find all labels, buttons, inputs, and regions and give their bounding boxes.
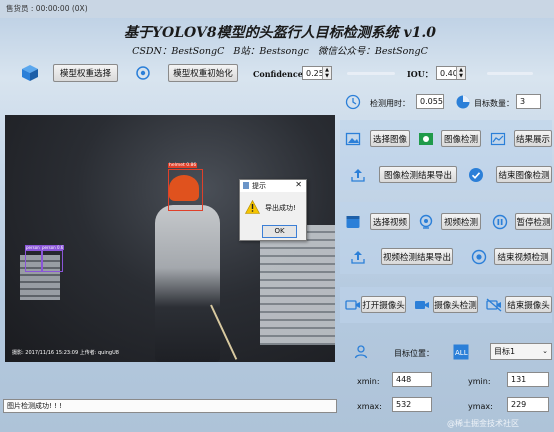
xmin-field: 448 (392, 372, 432, 387)
footer-credit: @稀土掘金技术社区 (447, 419, 519, 428)
clock-icon (345, 94, 361, 110)
confidence-spin-arrows[interactable]: ▲ ▼ (322, 67, 331, 79)
scene-stack-right (260, 225, 335, 345)
finish-video-detect-button[interactable]: 结束视频检测 (494, 248, 552, 265)
camera-lens-icon (419, 214, 433, 229)
image-icon (345, 132, 361, 146)
page-title: 基于YOLOV8模型的头盔行人目标检测系统 v1.0 (124, 25, 436, 41)
count-value: 3 (520, 97, 526, 106)
export-image-result-button[interactable]: 图像检测结果导出 (379, 166, 457, 183)
warning-icon (245, 200, 260, 214)
image-detect-button[interactable]: 图像检测 (441, 130, 481, 147)
pause-detect-button[interactable]: 暂停检测 (515, 213, 552, 230)
ymax-label: ymax: (468, 402, 493, 411)
ymin-value: 131 (511, 375, 527, 384)
cube-icon (22, 65, 38, 81)
target-position-label: 目标位置： (394, 349, 434, 358)
window-titlebar: 售货员 : 00:00:00 (0X) (0, 0, 554, 18)
ymin-label: ymin: (468, 377, 491, 386)
count-value-field: 3 (516, 94, 541, 109)
confidence-spinbox[interactable]: 0.25 ▲ ▼ (302, 66, 332, 80)
message-dialog: 提示 ✕ 导出成功! OK (239, 179, 307, 241)
time-value-field: 0.055 (416, 94, 444, 109)
iou-slider[interactable] (487, 72, 533, 75)
dialog-close-icon[interactable]: ✕ (295, 180, 302, 189)
time-label: 检测用时： (370, 99, 410, 108)
video-camera-icon (415, 301, 429, 309)
photo-watermark: 摄影: 2017/11/16 15:23:09 上传者: quingU8 (12, 350, 119, 356)
settings-target-icon (136, 66, 150, 80)
location-person-icon (354, 345, 368, 359)
video-detect-button[interactable]: 视频检测 (441, 213, 481, 230)
webcam-icon (345, 300, 360, 310)
list-icon: ALL (453, 344, 469, 360)
select-weights-button[interactable]: 模型权重选择 (53, 64, 118, 82)
target-select[interactable]: 目标1 ⌄ (490, 343, 552, 360)
window-title: 售货员 : 00:00:00 (0X) (6, 4, 88, 13)
page-subtitle: CSDN：BestSongC B站：Bestsongc 微信公众号：BestSo… (132, 46, 428, 57)
xmax-value: 532 (396, 400, 412, 409)
pie-chart-icon (456, 95, 470, 109)
xmax-label: xmax: (357, 402, 382, 411)
status-text: 图片检测成功! ! ! (7, 402, 62, 410)
dialog-title: 提示 (252, 182, 266, 190)
show-result-button[interactable]: 结果展示 (514, 130, 552, 147)
count-label: 目标数量： (474, 99, 514, 108)
finish-image-detect-button[interactable]: 结束图像检测 (496, 166, 552, 183)
iou-spin-arrows[interactable]: ▲ ▼ (456, 67, 465, 79)
person-box-label-2: person 0.6 (41, 245, 65, 250)
xmin-value: 448 (396, 375, 412, 384)
svg-text:ALL: ALL (455, 349, 468, 357)
helmet-box-label: helmet 0.86 (168, 163, 198, 168)
camera-detect-button[interactable]: 摄像头检测 (433, 296, 478, 313)
iou-spinbox[interactable]: 0.40 ▲ ▼ (436, 66, 466, 80)
dialog-titlebar: 提示 ✕ (240, 180, 306, 192)
dialog-ok-button[interactable]: OK (262, 225, 297, 238)
init-weights-button[interactable]: 模型权重初始化 (168, 64, 238, 82)
helmet-bounding-box: helmet 0.86 (168, 163, 203, 211)
select-video-button[interactable]: 选择视频 (370, 213, 410, 230)
image-detect-icon (419, 133, 433, 145)
ymax-field: 229 (507, 397, 549, 412)
xmin-label: xmin: (357, 377, 380, 386)
chart-icon (490, 132, 506, 146)
dialog-message: 导出成功! (265, 204, 296, 212)
open-camera-button[interactable]: 打开摄像头 (361, 296, 406, 313)
pause-icon (492, 214, 508, 230)
ymin-field: 131 (507, 372, 549, 387)
upload-icon (351, 169, 365, 182)
check-circle-icon (469, 168, 483, 182)
worker-body (155, 205, 220, 362)
xmax-field: 532 (392, 397, 432, 412)
ymax-value: 229 (511, 400, 527, 409)
confidence-slider[interactable] (347, 72, 395, 75)
video-file-icon (346, 216, 360, 228)
stop-circle-icon (471, 249, 487, 265)
time-value: 0.055 (420, 97, 443, 106)
select-image-button[interactable]: 选择图像 (370, 130, 410, 147)
person-bounding-box-2: person 0.6 (41, 245, 65, 272)
iou-label: IOU： (407, 69, 433, 79)
finish-camera-button[interactable]: 结束摄像头 (505, 296, 552, 313)
upload-icon (351, 251, 365, 264)
confidence-label: Confidence (253, 69, 303, 79)
dialog-app-icon (243, 182, 249, 189)
target-select-value: 目标1 (494, 347, 516, 356)
chevron-down-icon[interactable]: ⌄ (542, 347, 548, 355)
export-video-result-button[interactable]: 视频检测结果导出 (381, 248, 453, 265)
camera-off-icon (486, 298, 502, 312)
status-bar: 图片检测成功! ! ! (3, 399, 337, 413)
